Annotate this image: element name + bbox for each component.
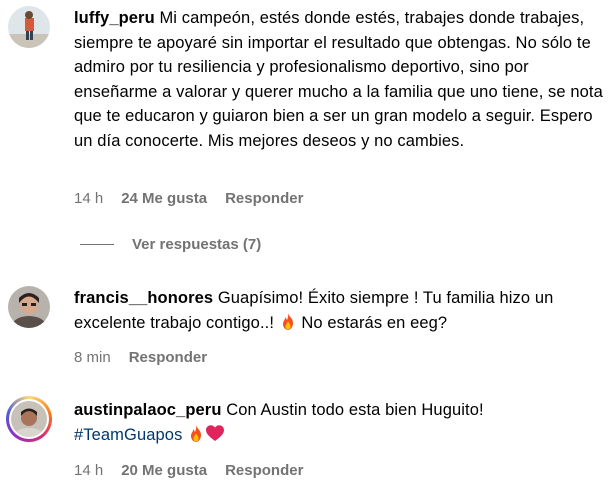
timestamp: 14 h [74,462,104,479]
timestamp: 14 h [74,190,104,207]
comment-body: Mi campeón, estés donde estés, trabajes … [74,9,603,150]
likes-count[interactable]: 24 Me gusta [121,190,207,207]
heart-icon [206,424,225,441]
comment-text: austinpalaoc_peru Con Austin todo esta b… [74,398,605,447]
username[interactable]: austinpalaoc_peru [74,401,222,419]
comment-meta: 14 h 24 Me gusta Responder [74,190,321,207]
reply-button[interactable]: Responder [225,190,303,207]
comment-meta: 8 min Responder [74,349,225,366]
view-replies-label: Ver respuestas (7) [132,236,262,253]
fire-icon [191,424,202,442]
hashtag-link[interactable]: #TeamGuapos [74,426,182,444]
comment-austinpalaoc-peru: austinpalaoc_peru Con Austin todo esta b… [0,392,609,489]
comment-text: francis__honores Guapísimo! Éxito siempr… [74,286,605,335]
avatar [9,399,49,439]
avatar-story-ring[interactable] [6,396,52,442]
reply-button[interactable]: Responder [129,349,207,366]
likes-count[interactable]: 20 Me gusta [121,462,207,479]
timestamp: 8 min [74,349,111,366]
comment-francis-honores: francis__honores Guapísimo! Éxito siempr… [0,280,609,375]
reply-button[interactable]: Responder [225,462,303,479]
comment-text: luffy_peru Mi campeón, estés donde estés… [74,6,605,153]
username[interactable]: luffy_peru [74,9,155,27]
comment-body: Con Austin todo esta bien Huguito! [226,401,484,419]
comment-luffy-peru: luffy_peru Mi campeón, estés donde estés… [0,0,609,230]
view-replies-button[interactable]: Ver respuestas (7) [80,236,261,253]
comment-body-part-2: No estarás en eeg? [296,313,448,332]
username[interactable]: francis__honores [74,289,213,307]
fire-icon [282,312,293,330]
replies-divider [80,244,114,245]
avatar[interactable] [8,6,50,48]
comment-meta: 14 h 20 Me gusta Responder [74,462,321,479]
avatar[interactable] [8,286,50,328]
